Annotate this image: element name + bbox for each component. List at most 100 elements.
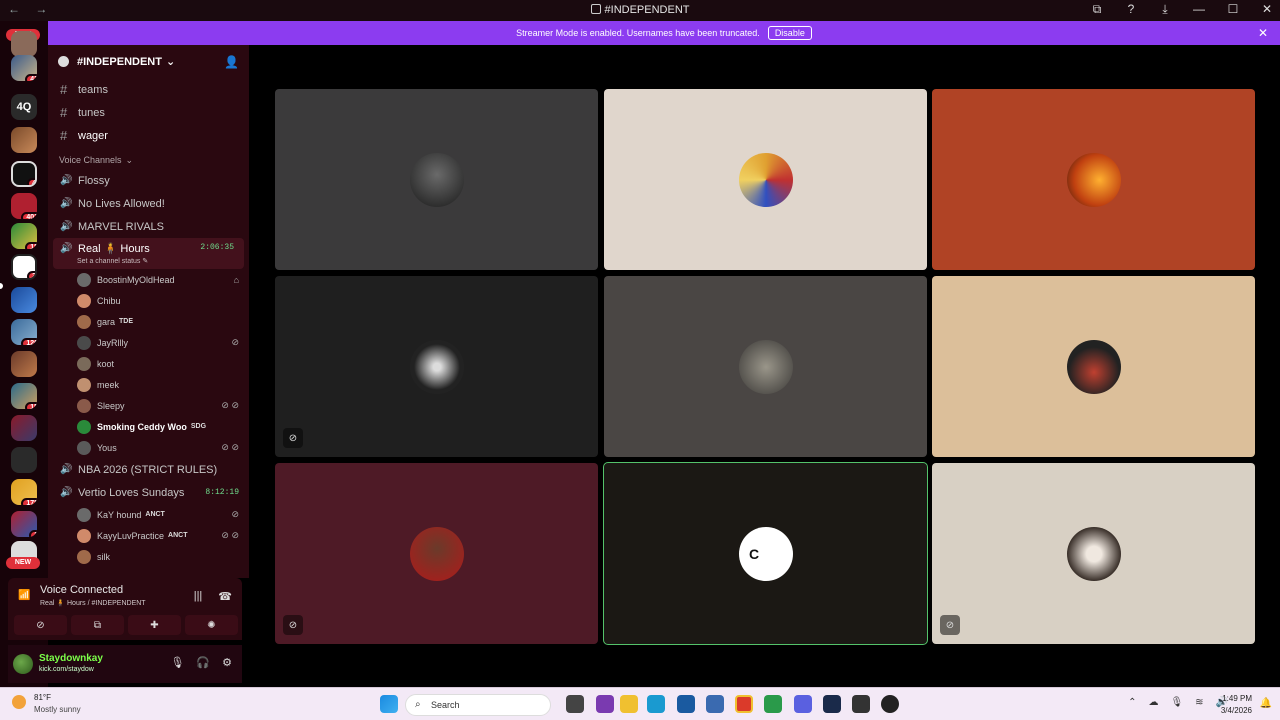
server-icon-8[interactable] <box>11 287 37 313</box>
text-channel-tunes[interactable]: # tunes <box>48 101 249 124</box>
invite-people-icon[interactable]: 👤 <box>224 55 239 69</box>
server-icon-6[interactable]: 18 <box>11 223 37 249</box>
server-icon-1[interactable] <box>11 31 37 57</box>
disable-streamer-mode-button[interactable]: Disable <box>767 26 812 40</box>
member-status-icon: ⊘ <box>231 337 239 347</box>
voice-member[interactable]: KaY hound ANCT ⊘ <box>48 504 249 525</box>
server-icon-11[interactable]: 15 <box>11 383 37 409</box>
chrome-icon[interactable] <box>735 695 753 713</box>
voice-member[interactable]: JayRllly ⊘ <box>48 332 249 353</box>
channel-label: MARVEL RIVALS <box>78 220 164 233</box>
server-icon <box>590 4 601 14</box>
server-icon-14[interactable]: 178 <box>11 479 37 505</box>
voice-channel-marvel[interactable]: 🔊 MARVEL RIVALS <box>48 215 249 238</box>
close-window-button[interactable]: ✕ <box>1260 2 1274 17</box>
server-icon-12[interactable] <box>11 415 37 441</box>
camera-off-button[interactable]: ⊘ <box>14 615 67 635</box>
microphone-icon[interactable]: 🎙 <box>170 656 184 669</box>
server-icon-15[interactable]: 1 <box>11 511 37 537</box>
close-banner-icon[interactable]: ✕ <box>1258 26 1268 40</box>
text-channel-wager[interactable]: # wager <box>48 124 249 147</box>
voice-member[interactable]: Yous ⊘ ⊘ <box>48 437 249 458</box>
app-icon[interactable] <box>881 695 899 713</box>
settings-gear-icon[interactable]: ⚙ <box>222 656 232 669</box>
participant-tile[interactable] <box>932 276 1255 457</box>
mic-icon[interactable]: 🎙 <box>1170 697 1183 708</box>
activities-button[interactable]: ✚ <box>128 615 181 635</box>
app-icon[interactable] <box>764 695 782 713</box>
voice-member[interactable]: Sleepy ⊘ ⊘ <box>48 395 249 416</box>
server-icon-7[interactable]: 3 <box>11 254 37 280</box>
participant-tile[interactable]: ⊘ <box>275 276 598 457</box>
folder-icon[interactable] <box>620 695 638 713</box>
screen-share-icon[interactable]: ⧉ <box>1090 2 1104 17</box>
avatar[interactable] <box>13 654 33 674</box>
voice-member[interactable]: gara TDE <box>48 311 249 332</box>
voice-buttons: ⊘ ⧉ ✚ ✺ <box>14 615 238 635</box>
voice-channel-active[interactable]: 🔊 Real 🧍 Hours 2:06:35 Set a channel stat… <box>53 238 244 269</box>
server-badge: 15 <box>25 402 37 409</box>
avatar <box>410 340 464 394</box>
minimize-button[interactable]: — <box>1192 2 1206 17</box>
chevron-up-icon[interactable]: ⌃ <box>1128 697 1136 708</box>
guild-header[interactable]: #INDEPENDENT ⌄ 👤 <box>48 45 249 78</box>
channel-status[interactable]: Set a channel status ✎ <box>60 257 148 265</box>
disconnect-icon[interactable]: ☎ <box>218 590 232 603</box>
voice-channel-nba[interactable]: 🔊 NBA 2026 (STRICT RULES) <box>48 458 249 481</box>
maximize-button[interactable]: ☐ <box>1226 2 1240 17</box>
help-icon[interactable]: ? <box>1124 2 1138 17</box>
voice-member[interactable]: KayyLuvPractice ANCT ⊘ ⊘ <box>48 525 249 546</box>
voice-member[interactable]: Smoking Ceddy Woo SDG <box>48 416 249 437</box>
store-icon[interactable] <box>677 695 695 713</box>
voice-channel-flossy[interactable]: 🔊 Flossy <box>48 169 249 192</box>
participant-tile[interactable]: ⊘ <box>275 463 598 644</box>
server-icon-3[interactable] <box>11 127 37 153</box>
server-icon-13[interactable] <box>11 447 37 473</box>
app-icon[interactable] <box>596 695 614 713</box>
voice-member[interactable]: meek <box>48 374 249 395</box>
download-icon[interactable]: ⤓ <box>1158 2 1172 17</box>
channel-label: NBA 2026 (STRICT RULES) <box>78 463 218 476</box>
voice-member[interactable]: koot <box>48 353 249 374</box>
voice-category[interactable]: Voice Channels ⌄ <box>48 151 249 169</box>
cloud-icon[interactable]: ☁ <box>1148 697 1158 708</box>
discord-icon[interactable] <box>794 695 812 713</box>
participant-tile[interactable]: ⊘ <box>932 463 1255 644</box>
wifi-icon[interactable]: ≋ <box>1195 697 1203 708</box>
voice-member[interactable]: BoostinMyOldHead ⌂ <box>48 269 249 290</box>
server-icon-4[interactable]: 4 <box>11 161 37 187</box>
text-channel-teams[interactable]: # teams <box>48 78 249 101</box>
soundboard-button[interactable]: ✺ <box>185 615 238 635</box>
server-icon-5[interactable]: 401 <box>11 193 37 219</box>
voice-location[interactable]: Real 🧍 Hours / #INDEPENDENT <box>40 599 146 607</box>
voice-channel-no-lives[interactable]: 🔊 No Lives Allowed! <box>48 192 249 215</box>
participant-tile[interactable] <box>932 89 1255 270</box>
server-icon-2[interactable]: 43 <box>11 55 37 81</box>
server-icon-9[interactable]: 126 <box>11 319 37 345</box>
taskview-icon[interactable] <box>566 695 584 713</box>
participant-tile[interactable] <box>604 89 927 270</box>
server-icon-4q[interactable]: 4Q <box>11 94 37 120</box>
clock[interactable]: 1:49 PM 3/4/2026 <box>1221 693 1252 717</box>
participant-tile[interactable] <box>275 89 598 270</box>
signal-icon[interactable]: 📶 <box>18 590 30 601</box>
voice-member[interactable]: silk <box>48 546 249 567</box>
search-box[interactable]: ⌕ Search <box>405 694 551 716</box>
app-icon[interactable] <box>852 695 870 713</box>
voice-member[interactable]: Chibu <box>48 290 249 311</box>
screen-share-button[interactable]: ⧉ <box>71 615 124 635</box>
avatar <box>77 356 91 371</box>
steam-icon[interactable] <box>823 695 841 713</box>
noise-suppression-icon[interactable]: ||| <box>194 590 203 603</box>
outlook-icon[interactable] <box>706 695 724 713</box>
participant-tile-speaking[interactable]: C <box>603 462 928 645</box>
voice-channel-vertio[interactable]: 🔊 Vertio Loves Sundays 8:12:19 <box>48 481 249 504</box>
participant-tile[interactable] <box>604 276 927 457</box>
system-tray: ⌃ ☁ 🎙 ≋ 🔊 <box>1128 697 1228 708</box>
edge-icon[interactable] <box>647 695 665 713</box>
server-icon-10[interactable] <box>11 351 37 377</box>
avatar <box>77 440 91 455</box>
headphones-icon[interactable]: 🎧 <box>196 656 210 669</box>
start-icon[interactable] <box>380 695 398 713</box>
notification-bell-icon[interactable]: 🔔 <box>1260 698 1272 709</box>
